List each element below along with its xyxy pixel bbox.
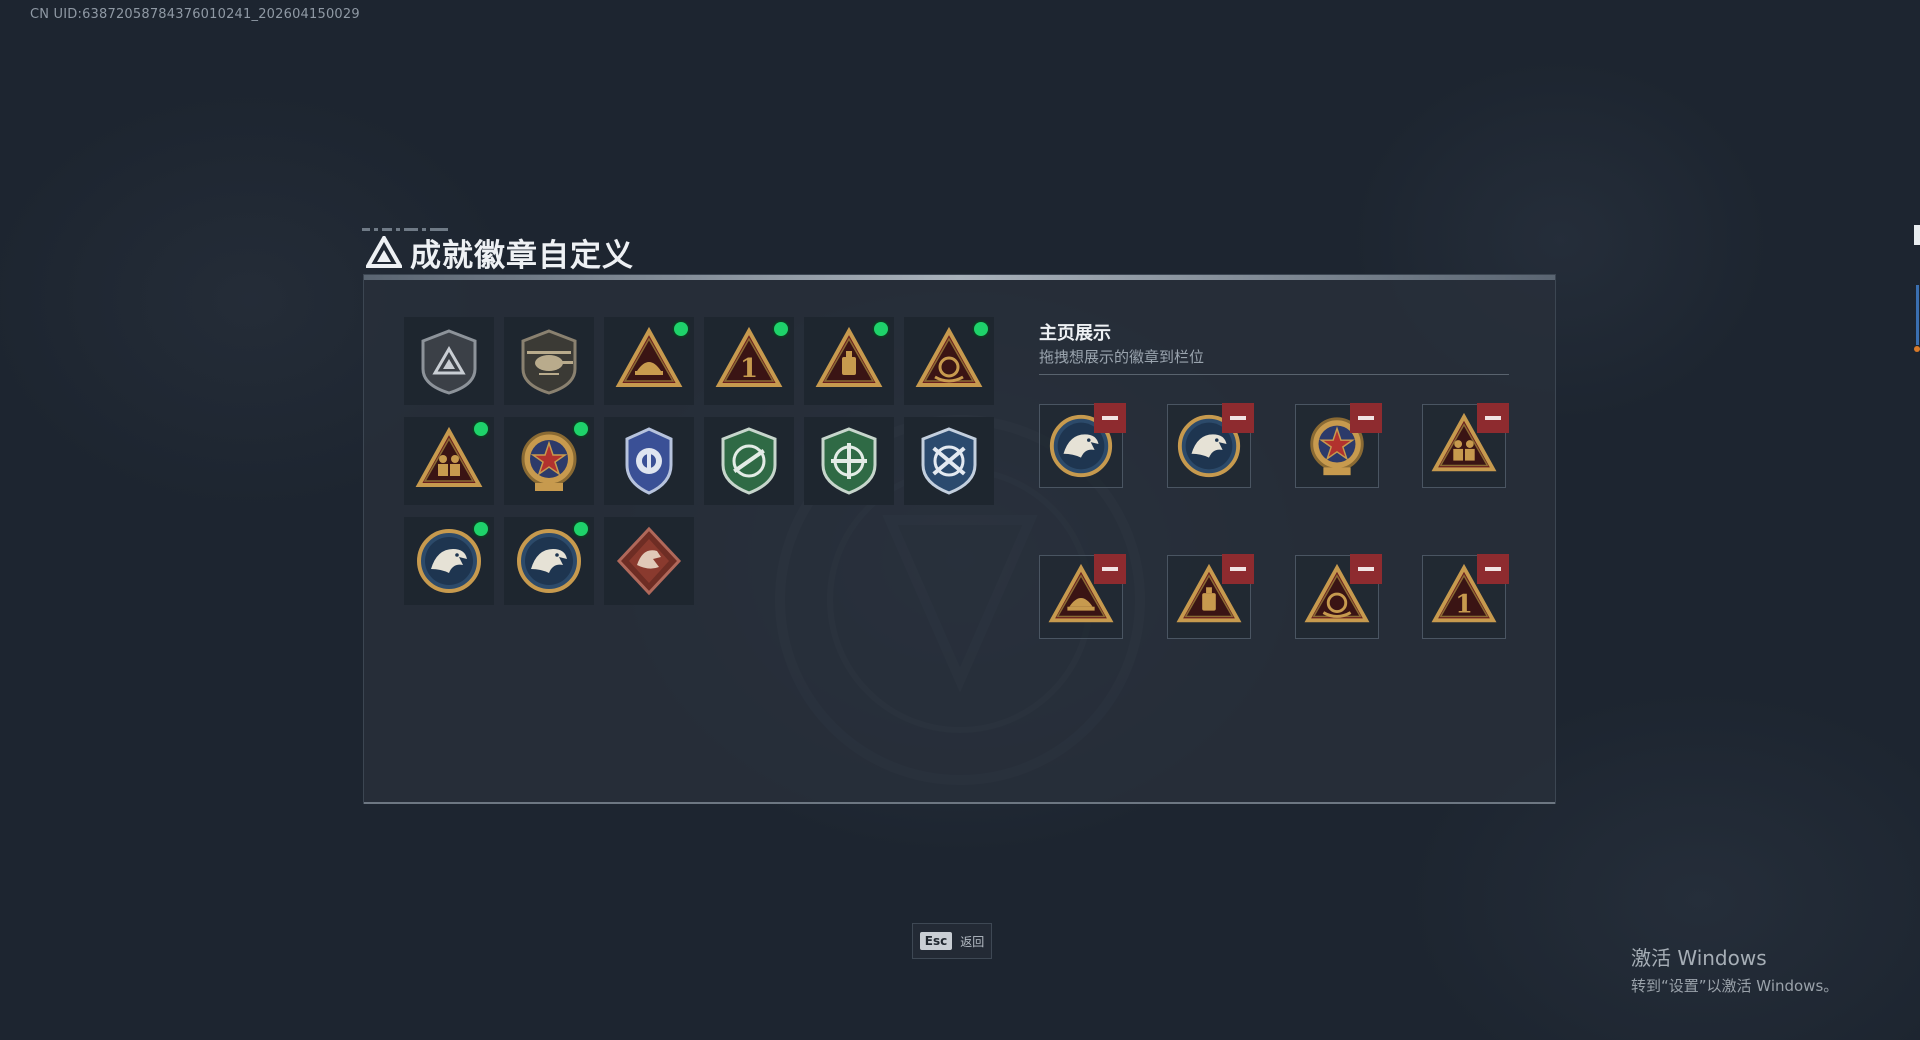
- badge-slot[interactable]: [904, 317, 994, 405]
- minus-icon: [1358, 416, 1374, 420]
- badge-slot[interactable]: [504, 317, 594, 405]
- minus-icon: [1230, 416, 1246, 420]
- minus-icon: [1485, 567, 1501, 571]
- showcase-slot[interactable]: [1039, 554, 1126, 639]
- edge-scroll-indicator[interactable]: [1912, 225, 1920, 355]
- new-indicator-dot: [574, 422, 588, 436]
- esc-key-icon: Esc: [919, 932, 953, 950]
- badge-slot[interactable]: [804, 417, 894, 505]
- back-button[interactable]: Esc 返回: [912, 923, 992, 959]
- remove-badge-button[interactable]: [1094, 554, 1126, 584]
- showcase-slot[interactable]: [1295, 554, 1382, 639]
- badge-slot[interactable]: [504, 517, 594, 605]
- delta-logo-icon: [366, 236, 402, 268]
- windows-activation-watermark: 激活 Windows 转到“设置”以激活 Windows。: [1631, 942, 1838, 996]
- badge-slot[interactable]: [604, 417, 694, 505]
- blue-police-badge-icon: [625, 427, 673, 495]
- minus-icon: [1102, 567, 1118, 571]
- gold-triangle-soldiers-icon: [415, 426, 483, 487]
- gold-triangle-wreath-icon: [915, 326, 983, 387]
- back-label: 返回: [960, 934, 985, 949]
- gold-triangle-helmet-icon: [615, 326, 683, 387]
- badge-slot[interactable]: [404, 417, 494, 505]
- watermark-line1: 激活 Windows: [1631, 946, 1767, 970]
- star-medal-icon: [521, 431, 577, 491]
- dragon-diamond-badge-icon: [616, 526, 682, 596]
- green-shield-crosshair-icon: [821, 427, 877, 495]
- panel-top-bar: [364, 275, 1555, 280]
- showcase-slot[interactable]: [1167, 403, 1254, 488]
- badge-slot[interactable]: [604, 317, 694, 405]
- svg-text:1: 1: [740, 354, 758, 384]
- minus-icon: [1102, 416, 1118, 420]
- badge-slot[interactable]: [704, 417, 794, 505]
- new-indicator-dot: [574, 522, 588, 536]
- badge-slot[interactable]: [404, 317, 494, 405]
- badge-slot[interactable]: 1: [704, 317, 794, 405]
- showcase-title: 主页展示: [1039, 323, 1111, 344]
- page-header: 成就徽章自定义: [366, 230, 634, 274]
- badge-slot[interactable]: [904, 417, 994, 505]
- badge-customization-panel: 1 主页展示 拖拽想展示的徽章到栏位 1: [363, 274, 1556, 804]
- remove-badge-button[interactable]: [1350, 403, 1382, 433]
- remove-badge-button[interactable]: [1222, 403, 1254, 433]
- remove-badge-button[interactable]: [1222, 554, 1254, 584]
- showcase-slot[interactable]: [1167, 554, 1254, 639]
- showcase-slot[interactable]: [1295, 403, 1382, 488]
- panel-bottom-line: [364, 802, 1555, 804]
- new-indicator-dot: [674, 322, 688, 336]
- eagle-round-badge-icon: [417, 529, 481, 593]
- uid-label: CN UID:6387205878437601024​1_20260415002…: [30, 7, 360, 22]
- badge-slot[interactable]: [404, 517, 494, 605]
- new-indicator-dot: [874, 322, 888, 336]
- blue-shield-crossed-rifles-icon: [921, 427, 977, 495]
- minus-icon: [1485, 416, 1501, 420]
- helicopter-shield-icon: [521, 329, 577, 395]
- new-indicator-dot: [474, 522, 488, 536]
- new-indicator-dot: [774, 322, 788, 336]
- new-indicator-dot: [474, 422, 488, 436]
- badge-inventory-grid: 1: [404, 317, 994, 605]
- gray-shield-triangle-icon: [421, 329, 477, 395]
- green-shield-rifle-icon: [721, 427, 777, 495]
- showcase-slot[interactable]: [1039, 403, 1126, 488]
- showcase-divider: [1039, 374, 1509, 375]
- eagle-round-badge-icon: [517, 529, 581, 593]
- badge-slot[interactable]: [604, 517, 694, 605]
- watermark-line2: 转到“设置”以激活 Windows。: [1631, 977, 1839, 995]
- minus-icon: [1230, 567, 1246, 571]
- showcase-slot[interactable]: [1422, 403, 1509, 488]
- svg-text:1: 1: [1455, 589, 1473, 619]
- showcase-slot[interactable]: 1: [1422, 554, 1509, 639]
- badge-slot[interactable]: [504, 417, 594, 505]
- showcase-subtitle: 拖拽想展示的徽章到栏位: [1039, 348, 1205, 366]
- remove-badge-button[interactable]: [1350, 554, 1382, 584]
- minus-icon: [1358, 567, 1374, 571]
- new-indicator-dot: [974, 322, 988, 336]
- remove-badge-button[interactable]: [1477, 403, 1509, 433]
- gold-triangle-number-one-icon: 1: [715, 326, 783, 387]
- gold-triangle-device-icon: [815, 326, 883, 387]
- remove-badge-button[interactable]: [1477, 554, 1509, 584]
- remove-badge-button[interactable]: [1094, 403, 1126, 433]
- badge-slot[interactable]: [804, 317, 894, 405]
- page-title: 成就徽章自定义: [410, 237, 634, 274]
